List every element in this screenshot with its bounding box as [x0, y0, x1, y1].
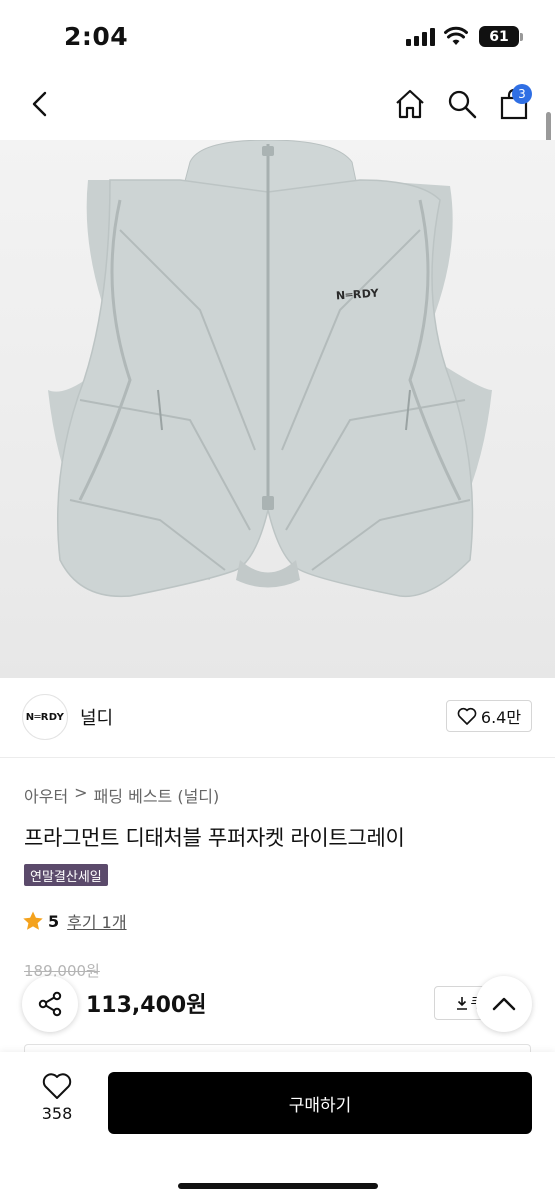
status-time: 2:04 — [64, 22, 129, 51]
search-icon — [448, 90, 477, 119]
cart-count-badge: 3 — [512, 84, 532, 104]
rating-row: 5 후기 1개 — [22, 909, 127, 933]
heart-icon — [42, 1073, 72, 1099]
vest-illustration — [48, 140, 492, 598]
sale-badge: 연말결산세일 — [24, 864, 108, 886]
rating-score: 5 — [48, 911, 60, 931]
brand-like-button[interactable]: 6.4만 — [446, 700, 532, 732]
product-title: 프라그먼트 디태처블 푸퍼자켓 라이트그레이 — [24, 826, 405, 850]
chevron-left-icon — [32, 91, 47, 117]
status-bar: 2:04 61 — [0, 0, 555, 72]
back-button[interactable] — [22, 84, 58, 124]
breadcrumb-category[interactable]: 아우터 — [24, 783, 68, 807]
wifi-icon — [444, 26, 468, 45]
cellular-signal-icon — [406, 28, 435, 46]
brand-like-count: 6.4만 — [480, 708, 522, 727]
star-icon — [23, 911, 43, 930]
battery-level: 61 — [489, 28, 509, 45]
brand-name[interactable]: 널디 — [80, 704, 113, 730]
share-icon — [38, 991, 62, 1017]
search-button[interactable] — [442, 84, 482, 124]
review-link[interactable]: 후기 1개 — [67, 909, 126, 933]
wishlist-button[interactable]: 358 — [28, 1072, 86, 1132]
heart-icon — [457, 707, 477, 725]
brand-row: N═RDY 널디 6.4만 — [0, 694, 555, 742]
battery-icon: 61 — [479, 26, 519, 47]
share-button[interactable] — [22, 976, 78, 1032]
divider — [0, 757, 555, 758]
brand-logo[interactable]: N═RDY — [22, 694, 68, 740]
home-indicator — [178, 1183, 378, 1189]
breadcrumb-subcategory[interactable]: 패딩 베스트 (널디) — [94, 783, 220, 807]
download-icon — [456, 997, 467, 1010]
breadcrumb-separator: > — [74, 783, 88, 802]
sale-price: 113,400원 — [86, 993, 207, 1018]
scroll-top-button[interactable] — [476, 976, 532, 1032]
nav-bar — [0, 76, 555, 136]
battery-cap — [520, 33, 523, 41]
buy-button[interactable]: 구매하기 — [108, 1072, 532, 1134]
wishlist-count: 358 — [41, 1104, 73, 1123]
product-image[interactable]: N═RDY — [0, 140, 555, 678]
bottom-action-bar: 358 구매하기 — [0, 1052, 555, 1200]
breadcrumb: 아우터 > 패딩 베스트 (널디) — [24, 783, 219, 807]
chevron-up-icon — [492, 997, 516, 1011]
home-button[interactable] — [390, 84, 430, 124]
home-icon — [396, 89, 424, 119]
